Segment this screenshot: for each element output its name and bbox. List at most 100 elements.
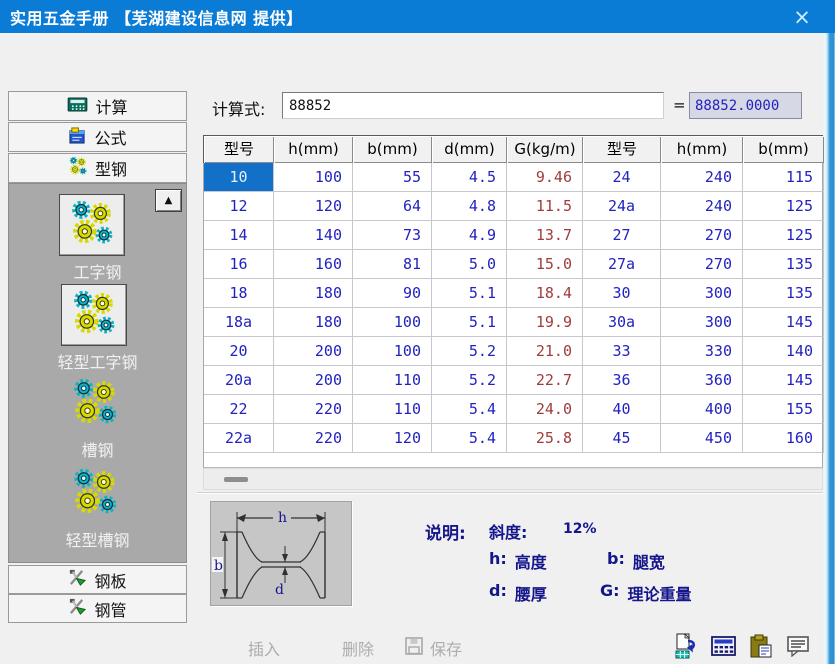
table-cell[interactable]: 220 <box>274 424 353 453</box>
panel-item-channel-steel[interactable] <box>64 374 126 434</box>
table-cell[interactable]: 21.0 <box>507 337 583 366</box>
calc-expression-input[interactable] <box>282 92 664 119</box>
panel-item-i-beam[interactable] <box>59 194 125 256</box>
table-cell[interactable]: 180 <box>274 308 353 337</box>
table-cell[interactable]: 160 <box>743 424 824 453</box>
sidebar-button-steel-pipe[interactable]: 钢管 <box>8 594 187 623</box>
insert-button[interactable]: 插入 <box>248 636 280 660</box>
panel-item-label[interactable]: 工字钢 <box>9 259 186 283</box>
table-cell[interactable]: 40 <box>583 395 661 424</box>
panel-item-label[interactable]: 轻型工字钢 <box>9 349 186 373</box>
table-cell[interactable]: 24a <box>583 192 661 221</box>
table-cell[interactable]: 5.4 <box>432 395 507 424</box>
table-cell[interactable]: 100 <box>353 308 432 337</box>
table-cell[interactable]: 120 <box>274 192 353 221</box>
table-cell[interactable]: 90 <box>353 279 432 308</box>
paste-clipboard-icon[interactable] <box>748 633 774 659</box>
table-cell[interactable]: 5.2 <box>432 366 507 395</box>
table-cell[interactable]: 16 <box>204 250 274 279</box>
table-cell[interactable]: 145 <box>743 366 824 395</box>
table-cell[interactable]: 10 <box>204 163 274 192</box>
table-cell[interactable]: 24.0 <box>507 395 583 424</box>
sidebar-button-formula[interactable]: 公式 <box>8 122 187 152</box>
table-cell[interactable]: 25.8 <box>507 424 583 453</box>
sidebar-button-calculate[interactable]: 计算 <box>8 91 187 121</box>
table-cell[interactable]: 13.7 <box>507 221 583 250</box>
table-cell[interactable]: 200 <box>274 366 353 395</box>
export-table-icon[interactable] <box>674 633 700 659</box>
table-cell[interactable]: 100 <box>353 337 432 366</box>
table-cell[interactable]: 12 <box>204 192 274 221</box>
table-cell[interactable]: 115 <box>743 163 824 192</box>
table-cell[interactable]: 55 <box>353 163 432 192</box>
table-cell[interactable]: 240 <box>661 192 743 221</box>
table-cell[interactable]: 220 <box>274 395 353 424</box>
table-cell[interactable]: 19.9 <box>507 308 583 337</box>
column-header[interactable]: h(mm) <box>274 136 353 163</box>
panel-item-label[interactable]: 轻型槽钢 <box>9 527 186 551</box>
table-cell[interactable]: 125 <box>743 221 824 250</box>
close-button[interactable]: × <box>779 0 825 33</box>
table-cell[interactable]: 5.0 <box>432 250 507 279</box>
panel-item-label[interactable]: 槽钢 <box>9 437 186 461</box>
table-cell[interactable]: 120 <box>353 424 432 453</box>
table-cell[interactable]: 400 <box>661 395 743 424</box>
table-cell[interactable]: 27a <box>583 250 661 279</box>
table-cell[interactable]: 450 <box>661 424 743 453</box>
table-cell[interactable]: 4.5 <box>432 163 507 192</box>
table-cell[interactable]: 160 <box>274 250 353 279</box>
scroll-up-button[interactable]: ▲ <box>155 189 182 212</box>
table-cell[interactable]: 5.1 <box>432 279 507 308</box>
sidebar-button-steel-plate[interactable]: 钢板 <box>8 565 187 594</box>
table-cell[interactable]: 15.0 <box>507 250 583 279</box>
table-cell[interactable]: 125 <box>743 192 824 221</box>
save-button[interactable]: 保存 <box>404 636 462 660</box>
horizontal-scrollbar[interactable] <box>203 468 823 490</box>
table-cell[interactable]: 5.2 <box>432 337 507 366</box>
panel-item-light-i-beam[interactable] <box>61 284 127 346</box>
table-cell[interactable]: 5.1 <box>432 308 507 337</box>
table-cell[interactable]: 20a <box>204 366 274 395</box>
table-cell[interactable]: 145 <box>743 308 824 337</box>
column-header[interactable]: d(mm) <box>432 136 507 163</box>
table-cell[interactable]: 64 <box>353 192 432 221</box>
table-cell[interactable]: 22a <box>204 424 274 453</box>
hscrollbar-thumb[interactable] <box>224 477 248 482</box>
table-cell[interactable]: 4.9 <box>432 221 507 250</box>
table-cell[interactable]: 200 <box>274 337 353 366</box>
table-cell[interactable]: 36 <box>583 366 661 395</box>
table-cell[interactable]: 22 <box>204 395 274 424</box>
table-cell[interactable]: 100 <box>274 163 353 192</box>
table-cell[interactable]: 135 <box>743 250 824 279</box>
table-cell[interactable]: 240 <box>661 163 743 192</box>
table-cell[interactable]: 300 <box>661 279 743 308</box>
table-cell[interactable]: 18a <box>204 308 274 337</box>
column-header[interactable]: b(mm) <box>353 136 432 163</box>
table-cell[interactable]: 110 <box>353 395 432 424</box>
table-cell[interactable]: 180 <box>274 279 353 308</box>
column-header[interactable]: G(kg/m) <box>507 136 583 163</box>
table-cell[interactable]: 73 <box>353 221 432 250</box>
table-cell[interactable]: 45 <box>583 424 661 453</box>
table-cell[interactable]: 300 <box>661 308 743 337</box>
table-cell[interactable]: 330 <box>661 337 743 366</box>
table-cell[interactable]: 4.8 <box>432 192 507 221</box>
table-cell[interactable]: 140 <box>743 337 824 366</box>
column-header[interactable]: h(mm) <box>661 136 743 163</box>
table-cell[interactable]: 110 <box>353 366 432 395</box>
table-cell[interactable]: 18.4 <box>507 279 583 308</box>
table-cell[interactable]: 22.7 <box>507 366 583 395</box>
panel-item-light-channel-steel[interactable] <box>64 464 126 524</box>
table-cell[interactable]: 14 <box>204 221 274 250</box>
table-cell[interactable]: 11.5 <box>507 192 583 221</box>
table-cell[interactable]: 30a <box>583 308 661 337</box>
column-header[interactable]: 型号 <box>583 136 661 163</box>
table-cell[interactable]: 24 <box>583 163 661 192</box>
delete-button[interactable]: 删除 <box>342 636 374 660</box>
table-cell[interactable]: 155 <box>743 395 824 424</box>
table-cell[interactable]: 20 <box>204 337 274 366</box>
table-cell[interactable]: 9.46 <box>507 163 583 192</box>
table-cell[interactable]: 81 <box>353 250 432 279</box>
table-cell[interactable]: 27 <box>583 221 661 250</box>
table-cell[interactable]: 270 <box>661 250 743 279</box>
